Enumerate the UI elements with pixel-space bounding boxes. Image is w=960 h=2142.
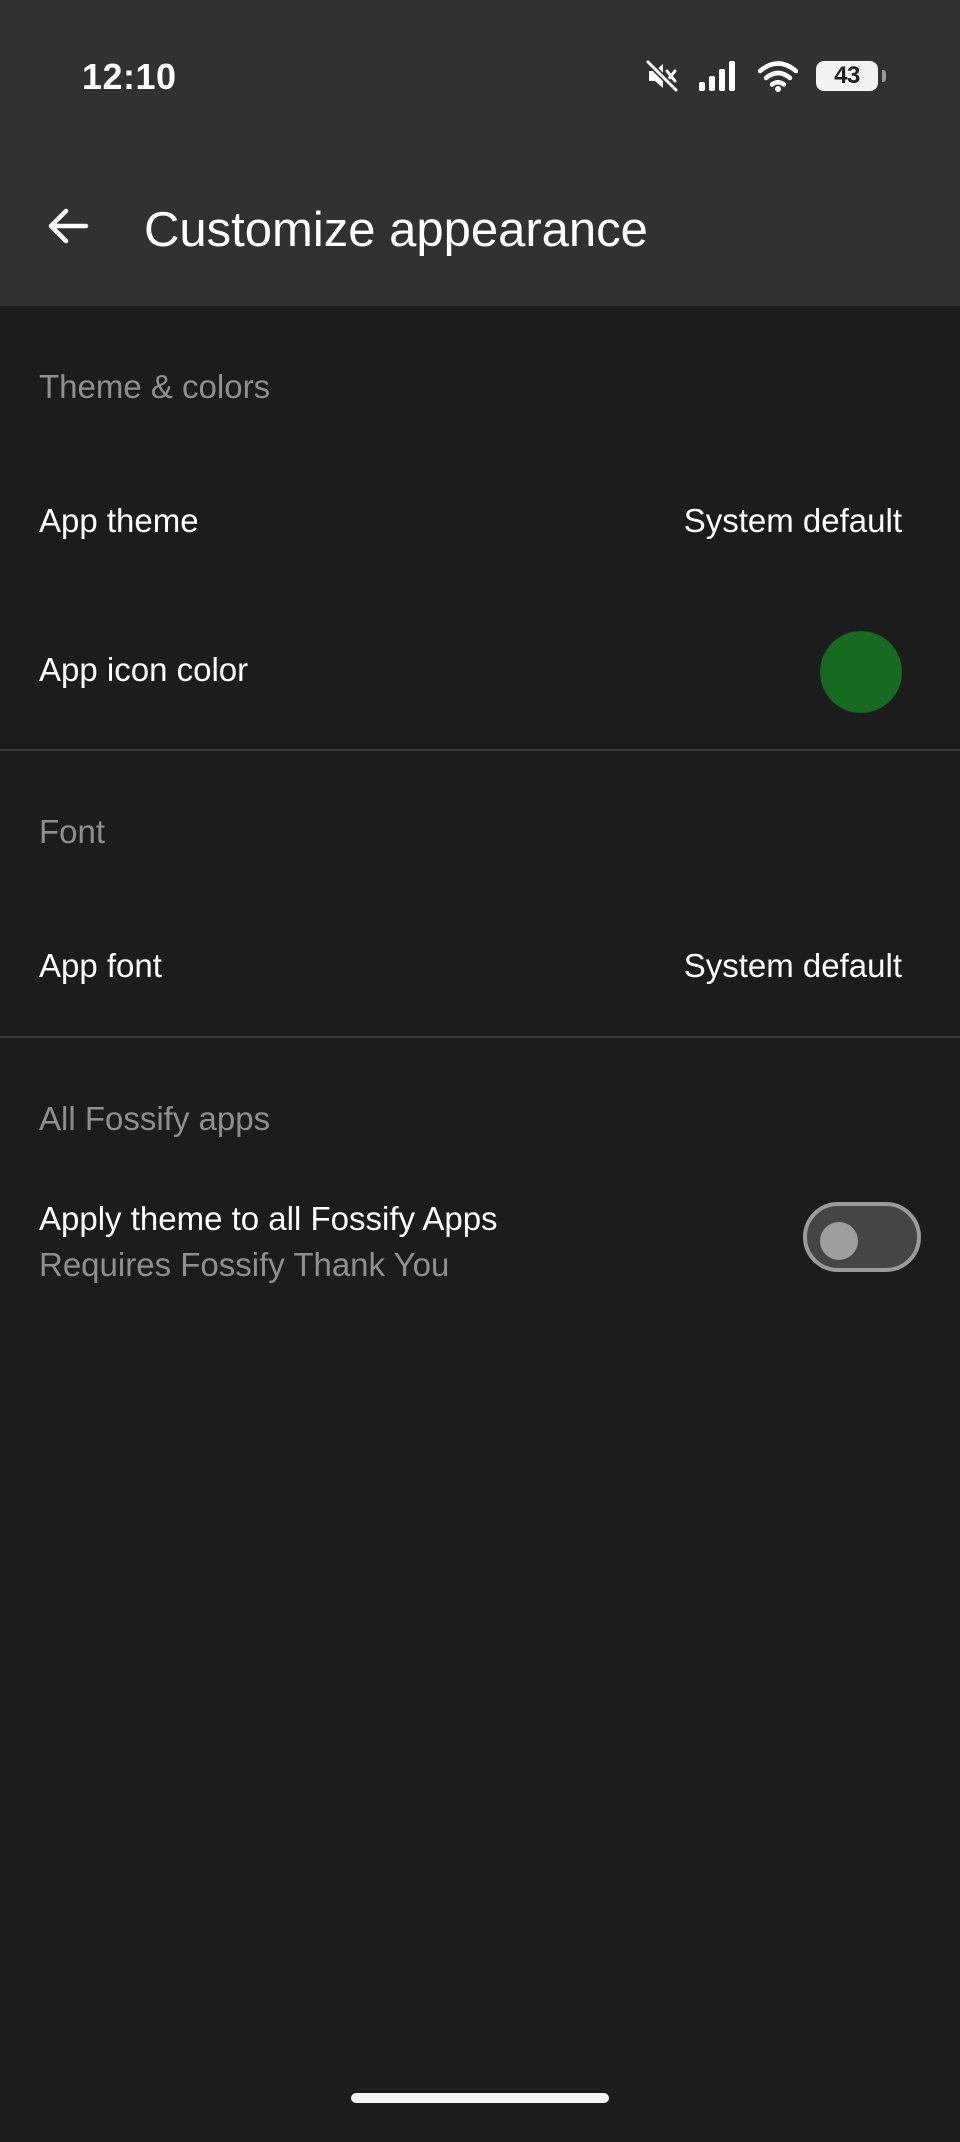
- signal-icon: [698, 60, 740, 92]
- section-header-fossify: All Fossify apps: [39, 1100, 271, 1137]
- top-app-bar: 12:10 43 Customize appearance: [0, 0, 960, 306]
- app-theme-value: System default: [683, 502, 902, 539]
- app-theme-label: App theme: [39, 502, 199, 539]
- apply-theme-all-row[interactable]: Apply theme to all Fossify Apps Requires…: [0, 1190, 960, 1290]
- divider: [0, 749, 960, 751]
- app-theme-row[interactable]: App theme System default: [0, 478, 960, 568]
- app-icon-color-row[interactable]: App icon color: [0, 622, 960, 722]
- app-icon-color-label: App icon color: [39, 651, 249, 688]
- battery-level: 43: [834, 62, 860, 89]
- app-font-value: System default: [683, 947, 902, 984]
- app-icon-color-swatch[interactable]: [820, 631, 902, 713]
- back-button[interactable]: [36, 194, 100, 258]
- section-header-theme: Theme & colors: [39, 368, 271, 405]
- battery-icon: 43: [816, 61, 886, 91]
- apply-theme-toggle[interactable]: [803, 1202, 921, 1272]
- app-font-row[interactable]: App font System default: [0, 922, 960, 1012]
- mute-icon: [644, 58, 680, 94]
- status-icons: 43: [644, 56, 886, 96]
- page-title: Customize appearance: [144, 203, 648, 257]
- section-header-font: Font: [39, 813, 106, 850]
- battery-nub: [882, 70, 886, 82]
- toggle-knob: [820, 1222, 858, 1260]
- status-time: 12:10: [82, 56, 177, 97]
- arrow-left-icon: [48, 208, 89, 244]
- divider: [0, 1036, 960, 1038]
- apply-theme-label: Apply theme to all Fossify Apps: [39, 1200, 498, 1237]
- app-font-label: App font: [39, 947, 162, 984]
- apply-theme-subtitle: Requires Fossify Thank You: [39, 1246, 450, 1283]
- home-indicator[interactable]: [351, 2093, 609, 2103]
- wifi-icon: [758, 60, 798, 92]
